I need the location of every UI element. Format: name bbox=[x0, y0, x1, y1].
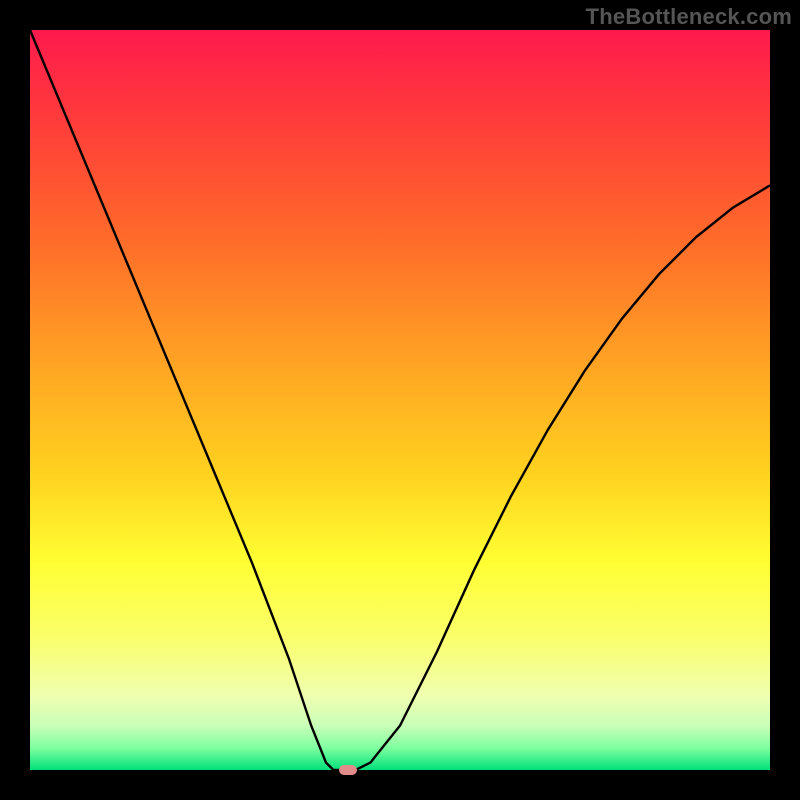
curve-path bbox=[30, 30, 770, 770]
optimum-marker bbox=[339, 765, 357, 775]
watermark-text: TheBottleneck.com bbox=[586, 4, 792, 30]
chart-frame: TheBottleneck.com bbox=[0, 0, 800, 800]
bottleneck-curve bbox=[30, 30, 770, 770]
chart-plot-area bbox=[30, 30, 770, 770]
